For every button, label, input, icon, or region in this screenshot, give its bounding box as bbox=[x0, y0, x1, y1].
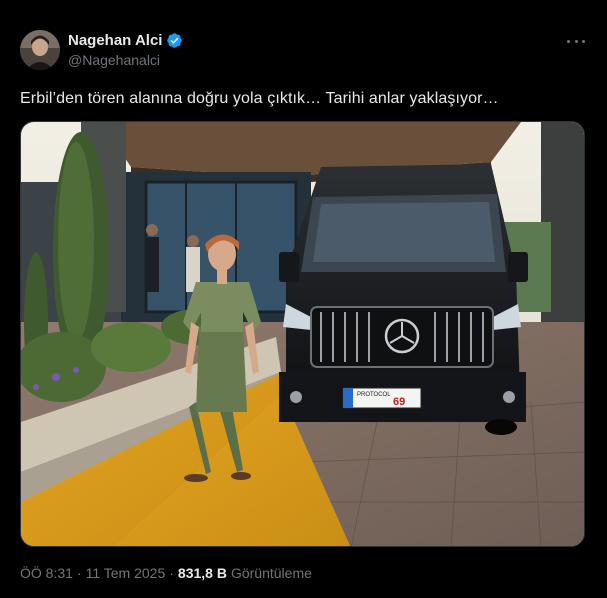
tweet-date[interactable]: 11 Tem 2025 bbox=[86, 565, 166, 581]
more-horizontal-icon[interactable] bbox=[567, 34, 585, 48]
author-display-name[interactable]: Nagehan Alci bbox=[68, 32, 162, 49]
verified-badge-icon bbox=[167, 33, 183, 48]
more-dot bbox=[574, 39, 578, 43]
tweet-photo[interactable]: PROTOCOL 69 bbox=[20, 121, 585, 547]
meta-separator: · bbox=[76, 565, 82, 581]
views-count: 831,8 B bbox=[177, 565, 227, 581]
plate-number-text: 69 bbox=[393, 396, 405, 408]
tweet-text: Erbil’den tören alanına doğru yola çıktı… bbox=[20, 90, 499, 107]
plate-small-text: PROTOCOL bbox=[357, 392, 391, 398]
tweet-time[interactable]: ÖÖ 8:31 bbox=[20, 565, 73, 581]
photo-illustration: PROTOCOL 69 bbox=[21, 122, 584, 546]
author-handle[interactable]: @Nagehanalci bbox=[68, 52, 160, 68]
tweet: Nagehan Alci @Nagehanalci Erbil’den töre… bbox=[0, 0, 607, 598]
avatar-image bbox=[20, 30, 60, 70]
tweet-metadata: ÖÖ 8:31 · 11 Tem 2025 · 831,8 B Görüntül… bbox=[20, 565, 312, 581]
author-avatar[interactable] bbox=[20, 30, 60, 70]
author-name-row: Nagehan Alci bbox=[68, 32, 183, 49]
more-dot bbox=[582, 39, 585, 43]
meta-separator: · bbox=[169, 565, 174, 581]
views-label: Görüntüleme bbox=[230, 565, 312, 581]
more-dot bbox=[567, 39, 570, 43]
